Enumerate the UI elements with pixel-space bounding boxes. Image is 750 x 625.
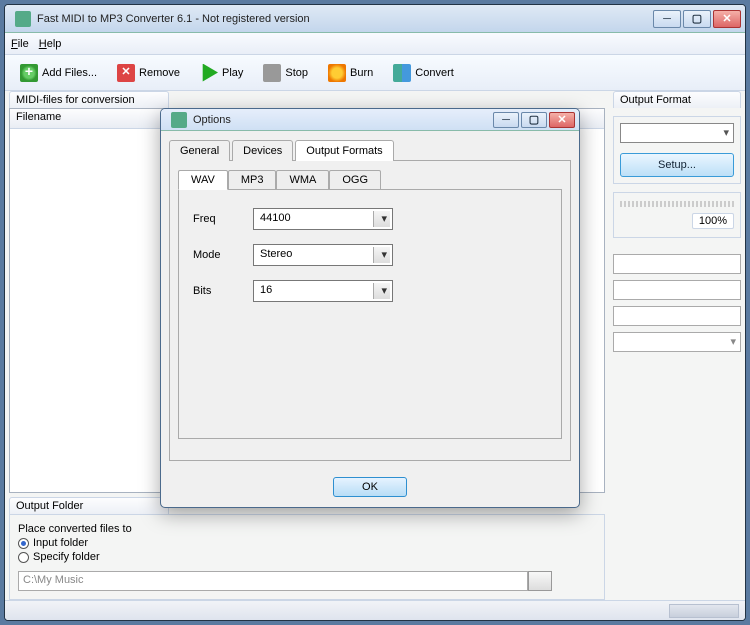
- dialog-icon: [171, 112, 187, 128]
- output-format-panel: Setup...: [613, 116, 741, 184]
- tag-field-1[interactable]: [613, 254, 741, 274]
- format-subtabs: WAV MP3 WMA OGG: [178, 169, 562, 189]
- mode-select[interactable]: Stereo: [253, 244, 393, 266]
- app-icon: [15, 11, 31, 27]
- tag-field-2[interactable]: [613, 280, 741, 300]
- progress-percent: 100%: [692, 213, 734, 229]
- minimize-button[interactable]: ─: [653, 10, 681, 28]
- radio-specify-folder[interactable]: Specify folder: [18, 551, 596, 563]
- subtab-wav[interactable]: WAV: [178, 170, 228, 190]
- tab-general[interactable]: General: [169, 140, 230, 161]
- tag-combo[interactable]: [613, 332, 741, 352]
- statusbar: [5, 600, 745, 620]
- close-button[interactable]: ✕: [713, 10, 741, 28]
- dialog-minimize-button[interactable]: ─: [493, 112, 519, 128]
- output-format-label: Output Format: [613, 91, 741, 108]
- radio-icon: [18, 538, 29, 549]
- output-folder-tab[interactable]: Output Folder: [9, 497, 169, 514]
- tab-output-formats[interactable]: Output Formats: [295, 140, 393, 161]
- dialog-title: Options: [193, 114, 493, 126]
- resize-grip[interactable]: [669, 604, 739, 618]
- progress-panel: 100%: [613, 192, 741, 238]
- mode-label: Mode: [193, 249, 253, 261]
- dialog-tabstrip: General Devices Output Formats: [169, 139, 571, 161]
- freq-select[interactable]: 44100: [253, 208, 393, 230]
- menubar: File Help: [5, 33, 745, 55]
- main-titlebar[interactable]: Fast MIDI to MP3 Converter 6.1 - Not reg…: [5, 5, 745, 33]
- remove-button[interactable]: Remove: [108, 59, 189, 87]
- add-files-button[interactable]: Add Files...: [11, 59, 106, 87]
- output-folder-panel: Place converted files to Input folder Sp…: [9, 514, 605, 600]
- tag-inputs: [613, 254, 741, 352]
- play-icon: [200, 64, 218, 82]
- formats-panel: WAV MP3 WMA OGG Freq 44100 Mode Stereo B…: [169, 161, 571, 461]
- radio-icon: [18, 552, 29, 563]
- stop-button[interactable]: Stop: [254, 59, 317, 87]
- progress-bar: [620, 201, 734, 207]
- burn-icon: [328, 64, 346, 82]
- setup-button[interactable]: Setup...: [620, 153, 734, 177]
- place-converted-label: Place converted files to: [18, 523, 596, 535]
- subtab-wma[interactable]: WMA: [276, 170, 329, 190]
- ok-button[interactable]: OK: [333, 477, 407, 497]
- subtab-mp3[interactable]: MP3: [228, 170, 277, 190]
- remove-icon: [117, 64, 135, 82]
- format-combo[interactable]: [620, 123, 734, 143]
- toolbar: Add Files... Remove Play Stop Burn Conve…: [5, 55, 745, 91]
- bits-label: Bits: [193, 285, 253, 297]
- tab-devices[interactable]: Devices: [232, 140, 293, 161]
- dialog-titlebar[interactable]: Options ─ ▢ ✕: [161, 109, 579, 131]
- wav-panel: Freq 44100 Mode Stereo Bits 16: [178, 189, 562, 439]
- tag-field-3[interactable]: [613, 306, 741, 326]
- burn-button[interactable]: Burn: [319, 59, 382, 87]
- menu-file[interactable]: File: [11, 38, 29, 50]
- freq-label: Freq: [193, 213, 253, 225]
- browse-button[interactable]: [528, 571, 552, 591]
- midi-files-label: MIDI-files for conversion: [9, 91, 169, 108]
- add-icon: [20, 64, 38, 82]
- convert-icon: [393, 64, 411, 82]
- output-path-input[interactable]: C:\My Music: [18, 571, 528, 591]
- radio-input-folder[interactable]: Input folder: [18, 537, 596, 549]
- subtab-ogg[interactable]: OGG: [329, 170, 381, 190]
- dialog-close-button[interactable]: ✕: [549, 112, 575, 128]
- stop-icon: [263, 64, 281, 82]
- dialog-maximize-button[interactable]: ▢: [521, 112, 547, 128]
- bits-select[interactable]: 16: [253, 280, 393, 302]
- options-dialog: Options ─ ▢ ✕ General Devices Output For…: [160, 108, 580, 508]
- play-button[interactable]: Play: [191, 59, 252, 87]
- convert-button[interactable]: Convert: [384, 59, 463, 87]
- maximize-button[interactable]: ▢: [683, 10, 711, 28]
- window-title: Fast MIDI to MP3 Converter 6.1 - Not reg…: [37, 13, 653, 25]
- menu-help[interactable]: Help: [39, 38, 62, 50]
